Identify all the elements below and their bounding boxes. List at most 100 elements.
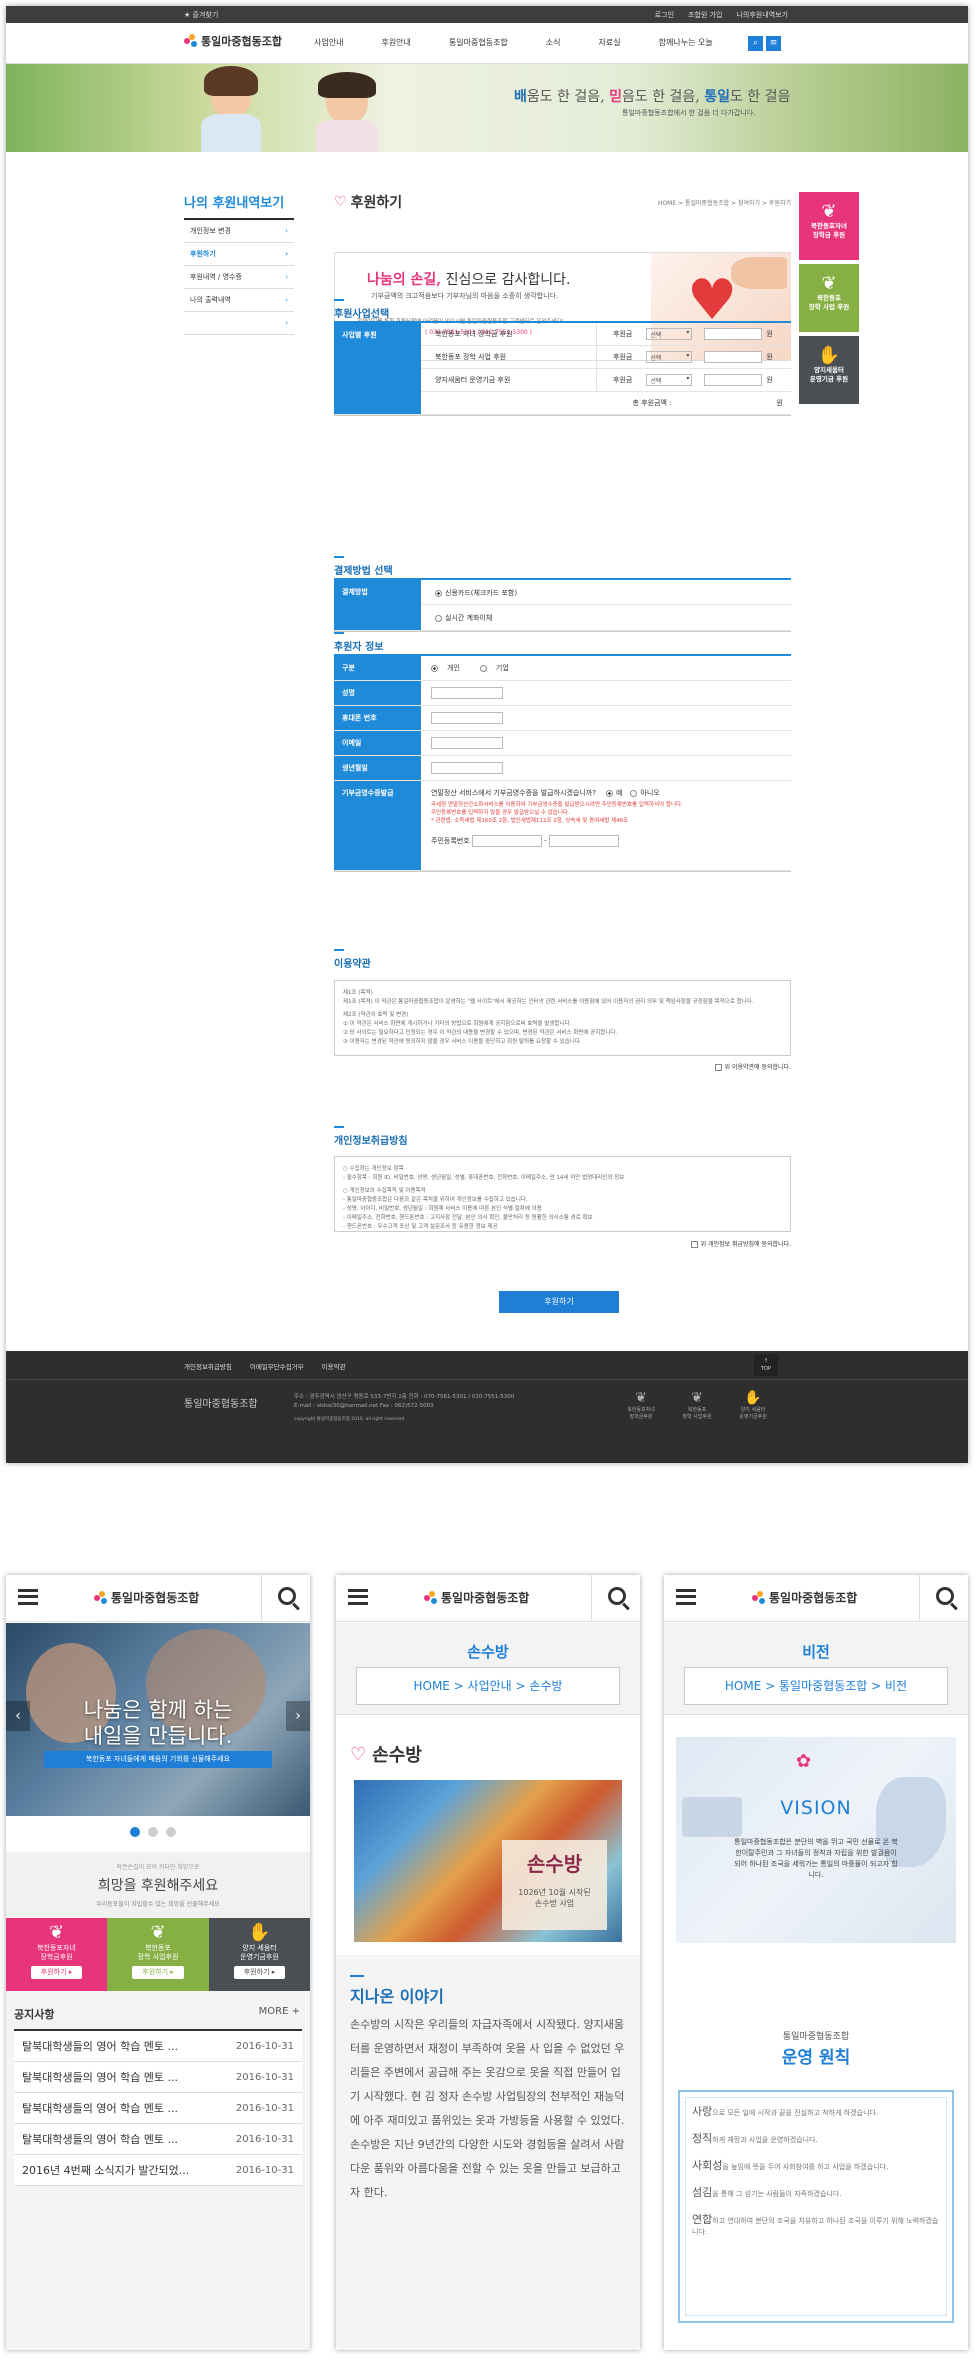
terms-agree[interactable]: 위 이용약관에 동의합니다. <box>714 1062 791 1071</box>
birth-input[interactable] <box>431 762 503 774</box>
payment-option-card[interactable]: 신용카드(체크카드 포함) <box>421 580 791 605</box>
lnb-item-receipt[interactable]: 후원내역 / 영수증 <box>184 266 294 289</box>
amount-input-3[interactable] <box>704 374 763 386</box>
radio-transfer[interactable] <box>435 614 442 622</box>
hero-slide: 나눔은 함께 하는 내일을 만듭니다. 북한동포 자녀들에게 배움의 기회를 선물… <box>6 1623 310 1816</box>
mobile-home: 통일마중협동조합 나눔은 함께 하는 내일을 만듭니다. 북한동포 자녀들에게 배… <box>6 1575 310 2350</box>
quick-scholarship-button[interactable]: ❦ 북한동포자녀 장학금 후원 <box>799 192 859 260</box>
heart-hands-icon: ❦ <box>821 273 837 294</box>
story-section: 지나온 이야기 손수방의 시작은 우리들의 자급자족에서 시작됐다. 양지새움터… <box>336 1955 640 2350</box>
menu-icon[interactable] <box>348 1589 368 1605</box>
menu-news[interactable]: 소식 <box>546 37 561 48</box>
menu-coop[interactable]: 통일마중협동조합 <box>449 37 508 48</box>
search-icon[interactable]: ⌕ <box>748 36 763 51</box>
footer-link-email[interactable]: 이메일무단수집거부 <box>250 1361 304 1371</box>
notice-item[interactable]: 탈북대학생들의 영어 학습 멘토 ... 2016-10-31 <box>14 2093 302 2124</box>
quick-fund-button[interactable]: ✋ 양지새움터 운영기금 후원 <box>799 336 859 404</box>
menu-archive[interactable]: 자료실 <box>599 37 621 48</box>
notice-item[interactable]: 탈북대학생들의 영어 학습 멘토 ... 2016-10-31 <box>14 2031 302 2062</box>
mobile-logo[interactable]: 통일마중협동조합 <box>424 1589 529 1606</box>
site-logo[interactable]: 통일마중협동조합 <box>184 33 282 49</box>
footer-link-terms[interactable]: 이용약관 <box>322 1361 346 1371</box>
privacy-box[interactable]: ○ 수집하는 개인정보 항목 - 필수항목 : 회원 ID, 비밀번호, 성명, … <box>334 1156 791 1232</box>
notice-title: 공지사항 <box>14 2008 55 2021</box>
footer-icon-scholarship[interactable]: ❦ 북한동포자녀 장학금후원 <box>616 1389 666 1421</box>
login-link[interactable]: 로그인 <box>655 10 674 20</box>
payment-option-transfer[interactable]: 실시간 계좌이체 <box>421 605 791 630</box>
footer-icon-edu[interactable]: ❦ 북한동포 장학 사업후원 <box>672 1389 722 1421</box>
next-arrow-icon[interactable]: › <box>286 1701 310 1731</box>
menu-support[interactable]: 후원안내 <box>381 37 410 48</box>
email-input[interactable] <box>431 737 503 749</box>
phone-input[interactable] <box>431 712 503 724</box>
section-terms-title: 이용약관 <box>334 949 371 970</box>
jumin-input-1[interactable] <box>471 835 542 847</box>
mobile-logo[interactable]: 통일마중협동조합 <box>94 1589 199 1606</box>
banner-headline: 배움도 한 걸음, 믿음도 한 걸음, 통일도 한 걸음 <box>514 89 791 105</box>
notice-item[interactable]: 탈북대학생들의 영어 학습 멘토 ... 2016-10-31 <box>14 2124 302 2155</box>
sitemap-menu-icon[interactable]: ≡ <box>766 36 781 51</box>
amount-select-2[interactable]: 선택 <box>646 351 693 363</box>
radio-receipt-no[interactable] <box>630 789 638 797</box>
card-fund-button[interactable]: 후원하기 ▸ <box>233 1966 286 1979</box>
my-donation-link[interactable]: 나의후원내역보기 <box>736 10 788 20</box>
menu-icon[interactable] <box>18 1589 38 1605</box>
donate-submit-button[interactable]: 후원하기 <box>499 1291 619 1313</box>
heart-hands-icon: ❦ <box>635 1390 647 1406</box>
lnb-item-empty[interactable] <box>184 312 294 335</box>
radio-company[interactable] <box>479 664 487 672</box>
amount-input-1[interactable] <box>704 328 763 340</box>
thread-photo: 손수방 1026년 10월 시작된 손수방 사업 <box>354 1780 622 1942</box>
lnb-item-print[interactable]: 나의 출력내역 <box>184 289 294 312</box>
lnb-item-donate[interactable]: 후원하기 <box>184 243 294 266</box>
radio-receipt-yes[interactable] <box>605 789 613 797</box>
logo-mark-icon <box>94 1590 108 1605</box>
notice-item[interactable]: 탈북대학생들의 영어 학습 멘토 ... 2016-10-31 <box>14 2062 302 2093</box>
menu-today[interactable]: 함께나누는 오늘 <box>659 37 713 48</box>
quick-edu-button[interactable]: ❦ 북한동포 장학 사업 후원 <box>799 264 859 332</box>
notice-more-link[interactable]: MORE + <box>259 2006 300 2017</box>
child-hair-1 <box>204 66 258 96</box>
slide-dot-active[interactable] <box>130 1827 140 1837</box>
favorite-link[interactable]: ★ 즐겨찾기 <box>184 10 218 20</box>
name-input[interactable] <box>431 687 503 699</box>
amount-select-3[interactable]: 선택 <box>646 374 693 386</box>
slide-dots <box>130 1827 176 1837</box>
radio-individual[interactable] <box>431 664 438 672</box>
heart-hands-icon: ❦ <box>821 201 837 222</box>
receipt-note-2: 주민등록번호를 입력하지 않을 경우 발급받으실 수 없습니다. <box>431 810 570 816</box>
scroll-top-button[interactable]: ↑ TOP <box>754 1354 778 1376</box>
hero-cta-button[interactable]: 북한동포 자녀들에게 배움의 기회를 선물해주세요 <box>44 1751 272 1768</box>
search-icon[interactable] <box>936 1587 954 1605</box>
notice-item[interactable]: 2016년 4번째 소식지가 발간되었... 2016-10-31 <box>14 2155 302 2186</box>
hero-banner: 배움도 한 걸음, 믿음도 한 걸음, 통일도 한 걸음 통일마중협동조합에서 … <box>6 64 968 152</box>
principle-org: 통일마중협동조합 <box>782 2032 850 2042</box>
search-icon[interactable] <box>278 1587 296 1605</box>
footer-link-privacy[interactable]: 개인정보취급방침 <box>184 1361 232 1371</box>
menu-business[interactable]: 사업안내 <box>314 37 343 48</box>
lnb-item-profile[interactable]: 개인정보 변경 <box>184 220 294 243</box>
footer-icon-fund[interactable]: ✋ 양지 세움터 운영기금후원 <box>728 1389 778 1421</box>
prev-arrow-icon[interactable]: ‹ <box>6 1701 30 1731</box>
breadcrumb: HOME > 통일마중협동조합 > 참여하기 > 후원하기 <box>657 200 791 207</box>
page-title: 비전 <box>802 1643 830 1661</box>
radio-card[interactable] <box>435 589 442 597</box>
card-edu-button[interactable]: 후원하기 ▸ <box>132 1966 184 1979</box>
mobile-vision: 통일마중협동조합 비전 HOME > 통일마중협동조합 > 비전 ✿ VISIO… <box>664 1575 968 2350</box>
terms-box[interactable]: 제1조 (목적) 제1조 (목적) 이 약관은 통일마중협동조합이 운영하는 "웹… <box>334 980 791 1056</box>
slide-dot[interactable] <box>166 1827 176 1837</box>
privacy-agree[interactable]: 위 개인정보 취급방침에 동의합니다. <box>690 1239 791 1248</box>
terms-agree-checkbox[interactable] <box>714 1064 722 1071</box>
mobile-logo[interactable]: 통일마중협동조합 <box>752 1589 857 1606</box>
card-scholarship-button[interactable]: 후원하기 ▸ <box>30 1966 83 1979</box>
search-icon[interactable] <box>608 1587 626 1605</box>
amount-select-1[interactable]: 선택 <box>646 328 693 340</box>
amount-input-2[interactable] <box>704 351 763 363</box>
mobile-sonsubang: 통일마중협동조합 손수방 HOME > 사업안내 > 손수방 ♡ 손수방 손수방 … <box>336 1575 640 2350</box>
slide-dot[interactable] <box>148 1827 158 1837</box>
join-link[interactable]: 조합원 가입 <box>688 10 722 20</box>
privacy-agree-checkbox[interactable] <box>690 1241 698 1248</box>
receipt-note-1: 국세청 연말정산간소화서비스를 이용하여 기부금영수증을 발급받으시려면 주민등… <box>431 802 683 808</box>
jumin-input-2[interactable] <box>548 835 619 847</box>
menu-icon[interactable] <box>676 1589 696 1605</box>
